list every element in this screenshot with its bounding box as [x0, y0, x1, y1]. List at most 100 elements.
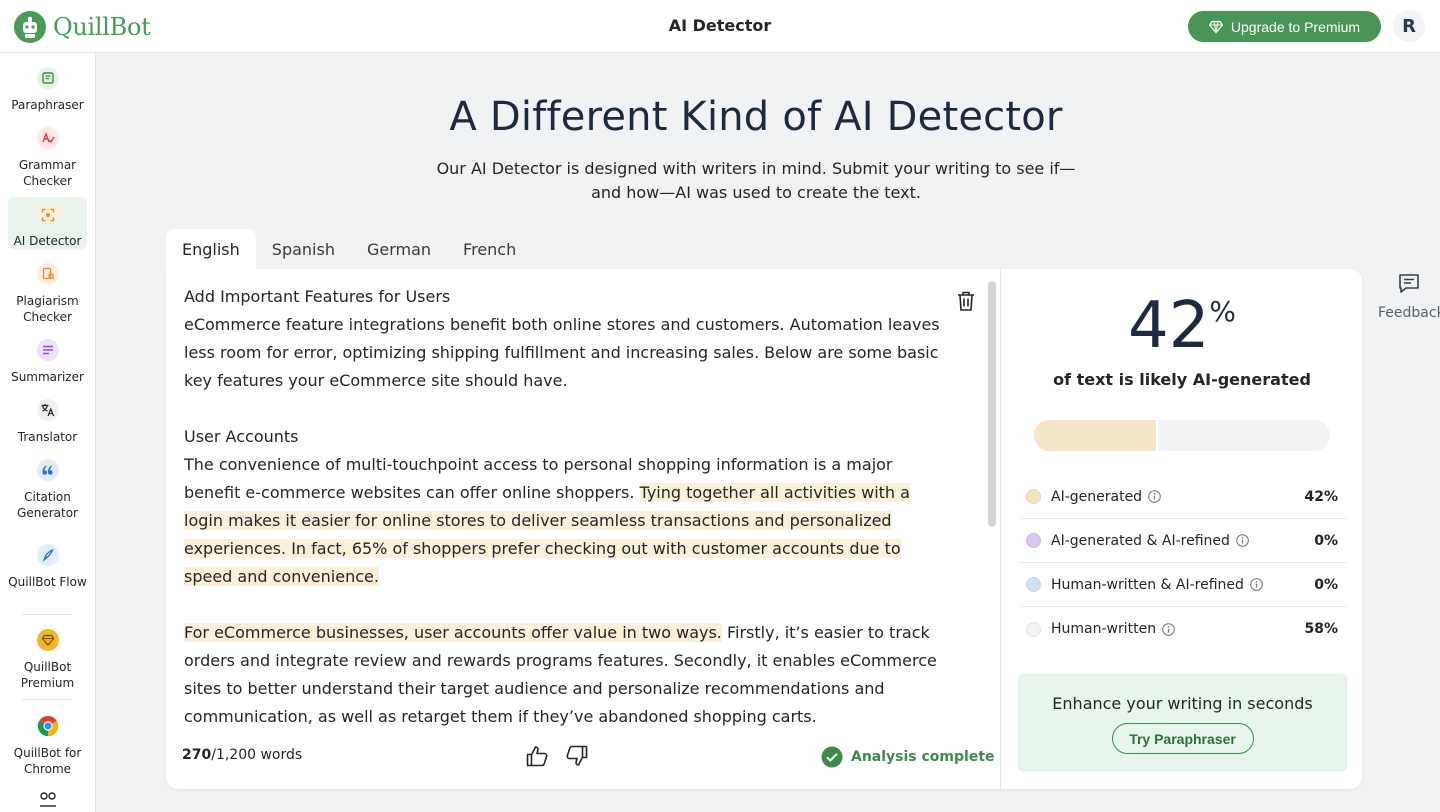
sidebar-divider [22, 699, 72, 700]
ai-score-caption: of text is likely AI-generated [1053, 370, 1311, 389]
language-tabs: English Spanish German French [166, 229, 532, 269]
ai-score-percent-sign: % [1209, 295, 1237, 328]
sidebar-item-ai-detector[interactable]: AI Detector [8, 197, 87, 249]
ai-score: 42% [1002, 291, 1362, 361]
heading-user-accounts: User Accounts [184, 427, 299, 446]
paragraph-3: For eCommerce businesses, user accounts … [184, 619, 944, 731]
upgrade-to-premium-button[interactable]: Upgrade to Premium [1188, 11, 1381, 42]
thumbs-down-icon[interactable] [565, 745, 588, 767]
grammar-checker-icon [36, 127, 59, 149]
paragraph-2: The convenience of multi-touchpoint acce… [184, 451, 944, 591]
brand-name: QuillBot [53, 13, 151, 41]
sidebar-item-label: Summarizer [11, 370, 84, 384]
info-icon[interactable] [1250, 578, 1263, 591]
breakdown-value: 58% [1304, 621, 1338, 637]
info-icon[interactable] [1162, 622, 1175, 636]
breakdown-row-human-written-ai-refined: Human-written & AI-refined 0% [1018, 563, 1346, 607]
score-breakdown: AI-generated 42% AI-generated & AI-refin… [1018, 475, 1346, 651]
feedback-label: Feedback [1378, 305, 1440, 321]
sidebar-item-quillbot-for-chrome[interactable]: QuillBot for Chrome [8, 707, 87, 779]
analysis-status: Analysis complete [821, 746, 995, 768]
word-count: 270/1,200 words [182, 747, 302, 763]
tab-french[interactable]: French [447, 229, 532, 269]
breakdown-row-ai-generated-ai-refined: AI-generated & AI-refined 0% [1018, 519, 1346, 563]
delete-text-button[interactable] [957, 291, 975, 315]
breakdown-value: 0% [1314, 576, 1338, 593]
feedback-button[interactable]: Feedback [1378, 273, 1440, 321]
sidebar-item-summarizer[interactable]: Summarizer [8, 331, 87, 387]
paraphraser-promo: Enhance your writing in seconds Try Para… [1018, 674, 1347, 771]
word-limit: /1,200 words [211, 747, 303, 763]
summarizer-icon [36, 339, 59, 361]
sidebar-item-quillbot-flow[interactable]: QuillBot Flow [8, 536, 87, 608]
thumbs-up-icon[interactable] [526, 745, 549, 767]
feedback-thumbs [526, 745, 588, 767]
feedback-icon [1399, 274, 1419, 293]
citation-generator-icon [36, 459, 59, 481]
breakdown-row-ai-generated: AI-generated 42% [1018, 475, 1346, 519]
translator-icon [36, 399, 59, 421]
quillbot-logo[interactable]: QuillBot [13, 10, 151, 44]
sidebar-item-label: Plagiarism Checker [16, 294, 79, 324]
tab-english[interactable]: English [166, 229, 256, 269]
promo-title: Enhance your writing in seconds [1052, 694, 1313, 713]
sidebar-item-quillbot-premium[interactable]: QuillBot Premium [8, 621, 87, 693]
hero-title: A Different Kind of AI Detector [449, 94, 1063, 140]
ai-score-bar-fill [1034, 420, 1158, 451]
analysis-status-text: Analysis complete [851, 749, 995, 765]
premium-diamond-icon [36, 629, 59, 651]
top-bar: QuillBot AI Detector Upgrade to Premium … [0, 0, 1440, 53]
detector-card: Add Important Features for Users eCommer… [166, 269, 1362, 789]
ai-score-bar [1034, 420, 1330, 451]
upgrade-label: Upgrade to Premium [1230, 18, 1361, 35]
breakdown-label: Human-written [1051, 621, 1157, 637]
breakdown-label: AI-generated & AI-refined [1051, 532, 1230, 549]
ai-score-value: 42 [1127, 289, 1210, 363]
sidebar-item-label: Paraphraser [11, 98, 84, 112]
sidebar-item-citation-generator[interactable]: Citation Generator [8, 451, 87, 523]
avatar[interactable]: R [1393, 10, 1425, 42]
legend-dot [1026, 489, 1041, 504]
paraphraser-icon [36, 67, 59, 89]
ai-highlight: For eCommerce businesses, user accounts … [184, 623, 722, 642]
breakdown-label: AI-generated [1051, 488, 1143, 505]
diamond-icon [1208, 20, 1223, 33]
sidebar-item-paraphraser[interactable]: Paraphraser [8, 59, 87, 115]
tab-german[interactable]: German [351, 229, 447, 269]
info-icon[interactable] [1236, 534, 1249, 547]
ai-detector-icon [36, 205, 59, 225]
tab-spanish[interactable]: Spanish [256, 229, 351, 269]
sidebar-item-label: Grammar Checker [18, 158, 77, 188]
legend-dot [1026, 577, 1041, 592]
sidebar-item-label: QuillBot for Chrome [13, 746, 82, 776]
paragraph-1: eCommerce feature integrations benefit b… [184, 315, 940, 390]
sidebar-item-label: Citation Generator [17, 490, 78, 520]
breakdown-value: 0% [1314, 532, 1338, 549]
info-icon[interactable] [1148, 490, 1161, 503]
word-count-value: 270 [182, 747, 212, 763]
heading-features: Add Important Features for Users [184, 287, 451, 306]
document-text[interactable]: Add Important Features for Users eCommer… [184, 283, 944, 731]
sidebar-item-plagiarism-checker[interactable]: Plagiarism Checker [8, 255, 87, 327]
text-editor[interactable]: Add Important Features for Users eCommer… [166, 269, 1001, 789]
sidebar-item-grammar-checker[interactable]: Grammar Checker [8, 119, 87, 191]
editor-scrollbar[interactable] [988, 281, 996, 527]
hero-subtitle: Our AI Detector is designed with writers… [436, 159, 1076, 202]
breakdown-row-human-written: Human-written 58% [1018, 607, 1346, 651]
legend-dot [1026, 533, 1041, 548]
try-paraphraser-button[interactable]: Try Paraphraser [1111, 723, 1254, 754]
sidebar-item-label: Translator [17, 430, 78, 444]
results-panel: 42% of text is likely AI-generated AI-ge… [1002, 269, 1362, 789]
quillbot-logo-icon [14, 11, 46, 43]
sidebar-item-translator[interactable]: Translator [8, 391, 87, 447]
quillbot-flow-icon [36, 544, 59, 566]
legend-dot [1026, 621, 1041, 637]
sidebar-item-label: QuillBot Flow [8, 575, 87, 589]
sidebar-item-label: AI Detector [13, 234, 82, 248]
breakdown-value: 42% [1304, 488, 1338, 505]
sidebar: Paraphraser Grammar Checker AI Detector … [0, 53, 96, 812]
sidebar-item-label: QuillBot Premium [20, 660, 75, 690]
sidebar-divider [22, 614, 72, 615]
chrome-icon [37, 715, 59, 737]
apps-icon[interactable] [38, 791, 58, 807]
